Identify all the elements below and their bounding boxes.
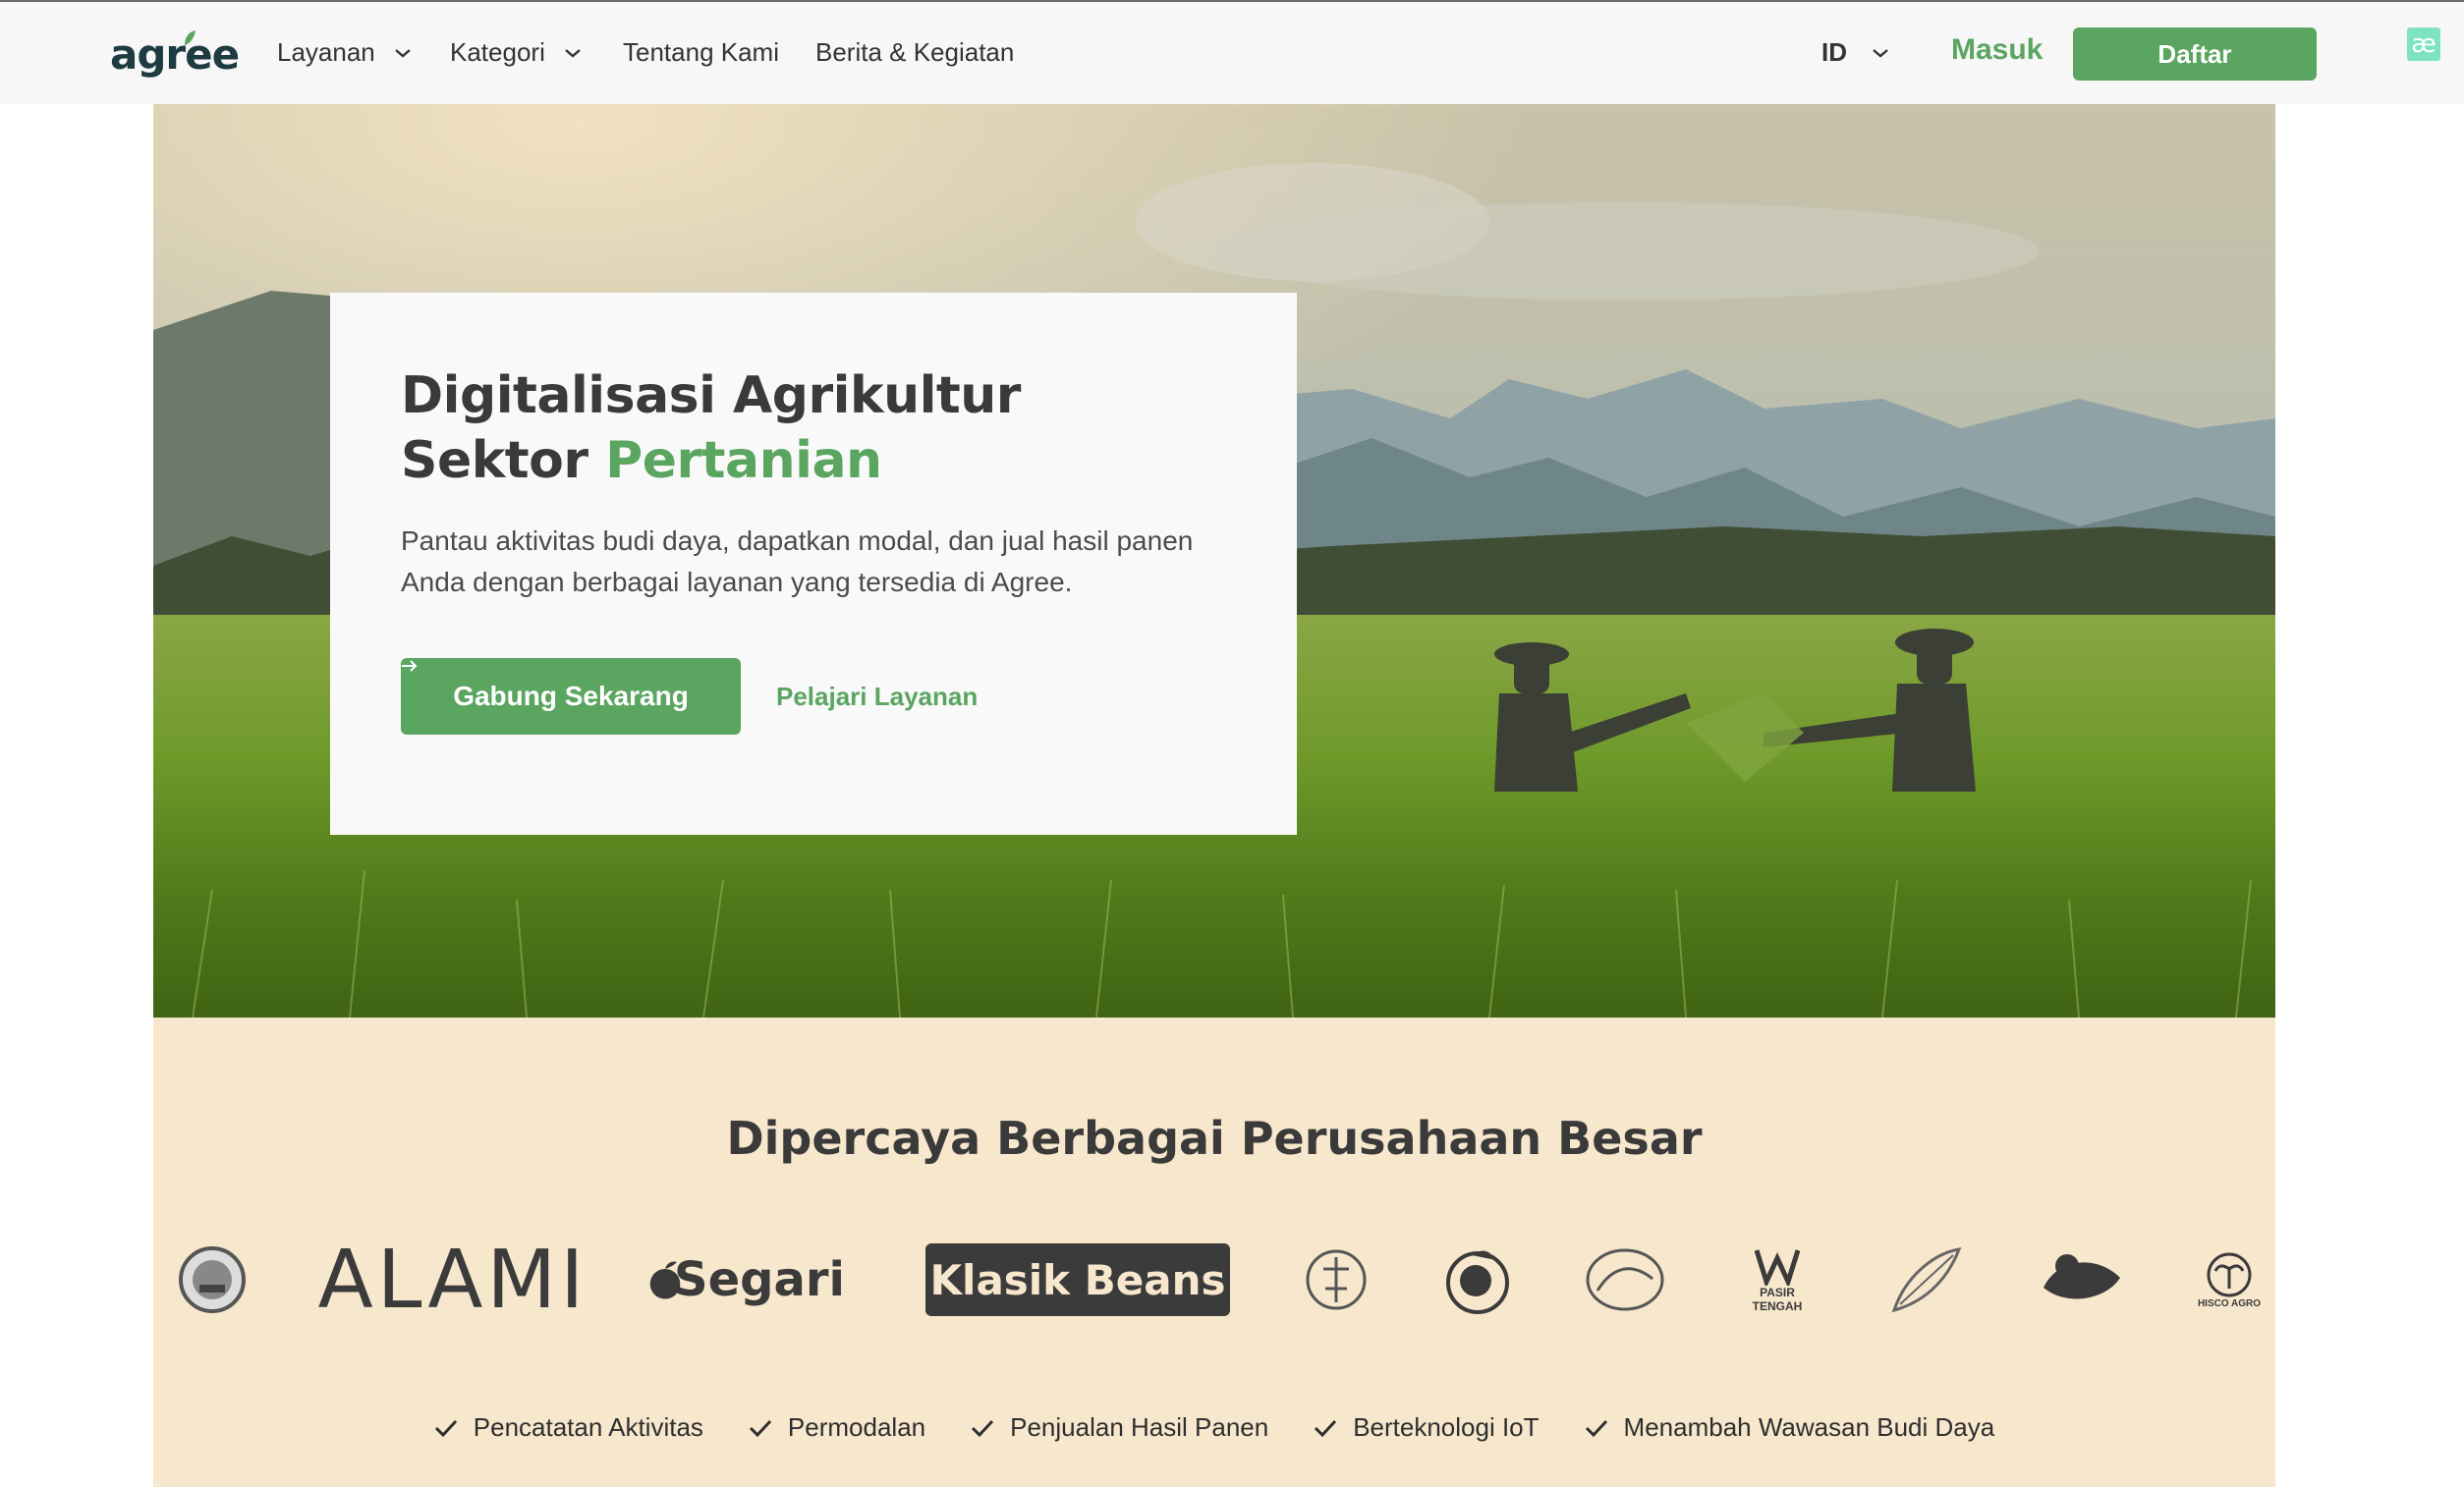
nav-tentang-kami-label: Tentang Kami <box>623 37 779 67</box>
browser-extension-icon[interactable]: æ <box>2407 28 2440 61</box>
agree-logo[interactable]: agree <box>110 26 240 81</box>
check-icon <box>749 1419 772 1437</box>
logo-text: agree <box>110 30 240 79</box>
feature-item: Menambah Wawasan Budi Daya <box>1585 1412 1995 1443</box>
hero-card: Digitalisasi Agrikultur Sektor Pertanian… <box>330 293 1297 835</box>
hero-title-line1: Digitalisasi Agrikultur <box>401 366 1021 425</box>
pandanga-logo <box>1884 1236 1967 1324</box>
check-icon <box>1585 1419 1607 1437</box>
feature-label: Menambah Wawasan Budi Daya <box>1623 1412 1995 1442</box>
leaf-icon <box>185 30 196 45</box>
language-selector[interactable]: ID <box>1821 37 1890 68</box>
seal-logo <box>177 1236 248 1324</box>
feature-label: Permodalan <box>787 1412 926 1442</box>
chevron-down-icon <box>1873 48 1888 58</box>
hero-title-prefix: Sektor <box>401 431 606 490</box>
check-icon <box>1315 1419 1337 1437</box>
segari-logo: Segari <box>648 1236 845 1324</box>
register-button[interactable]: Daftar <box>2073 28 2317 81</box>
dab-logo <box>1442 1236 1511 1324</box>
feature-item: Berteknologi IoT <box>1314 1412 1540 1443</box>
hero-title-accent: Pertanian <box>605 431 882 490</box>
learn-services-link[interactable]: Pelajari Layanan <box>776 682 978 712</box>
check-icon <box>434 1419 457 1437</box>
join-now-button[interactable]: Gabung Sekarang <box>401 658 741 735</box>
klasik-beans-logo: Klasik Beans <box>925 1236 1230 1324</box>
feature-list: Pencatatan Aktivitas Permodalan Penjuala… <box>153 1412 2275 1443</box>
feature-item: Pencatatan Aktivitas <box>434 1412 703 1443</box>
feature-label: Penjualan Hasil Panen <box>1010 1412 1269 1442</box>
segari-logo-text: Segari <box>674 1252 845 1307</box>
chevron-down-icon <box>394 48 411 58</box>
pasir-tengah-text: PASIR TENGAH <box>1752 1286 1803 1313</box>
hisco-agro-logo: HISCO AGRO <box>2195 1236 2264 1324</box>
nav-kategori-label: Kategori <box>450 37 545 67</box>
hero-actions: Gabung Sekarang Pelajari Layanan <box>401 658 978 735</box>
hero-section: Digitalisasi Agrikultur Sektor Pertanian… <box>153 104 2275 1018</box>
partner-logos-strip: ALAMI Segari Klasik Beans PASIR TENGAH H… <box>153 1233 2275 1327</box>
nav-kategori[interactable]: Kategori <box>450 37 583 68</box>
pasir-tengah-logo: PASIR TENGAH <box>1743 1236 1812 1324</box>
pandawa-logo <box>2038 1236 2124 1324</box>
feature-item: Penjualan Hasil Panen <box>971 1412 1268 1443</box>
nav-berita-label: Berita & Kegiatan <box>815 37 1015 67</box>
alami-logo: ALAMI <box>317 1233 588 1327</box>
chevron-down-icon <box>565 48 581 58</box>
join-now-label: Gabung Sekarang <box>453 681 689 711</box>
nav-berita-kegiatan[interactable]: Berita & Kegiatan <box>815 37 1014 68</box>
proftani-logo <box>1305 1236 1368 1324</box>
language-label: ID <box>1821 37 1847 67</box>
login-link[interactable]: Masuk <box>1951 33 2043 67</box>
nav-layanan[interactable]: Layanan <box>277 37 413 68</box>
hero-title: Digitalisasi Agrikultur Sektor Pertanian <box>401 363 1226 493</box>
smj-logo <box>1584 1236 1666 1324</box>
feature-label: Berteknologi IoT <box>1353 1412 1540 1442</box>
arrow-right-icon <box>402 660 418 672</box>
nav-tentang-kami[interactable]: Tentang Kami <box>623 37 779 68</box>
navbar: agree Layanan Kategori Tentang Kami Beri… <box>0 2 2464 104</box>
feature-label: Pencatatan Aktivitas <box>473 1412 703 1442</box>
alami-logo-text: ALAMI <box>317 1233 588 1327</box>
check-icon <box>972 1419 994 1437</box>
hisco-agro-text: HISCO AGRO <box>2197 1297 2262 1309</box>
hero-subtitle: Pantau aktivitas budi daya, dapatkan mod… <box>401 525 1194 597</box>
feature-item: Permodalan <box>749 1412 925 1443</box>
partners-title: Dipercaya Berbagai Perusahaan Besar <box>726 1112 1703 1165</box>
partners-section: Dipercaya Berbagai Perusahaan Besar ALAM… <box>153 1018 2275 1487</box>
nav-layanan-label: Layanan <box>277 37 375 67</box>
klasik-beans-text: Klasik Beans <box>929 1255 1226 1304</box>
